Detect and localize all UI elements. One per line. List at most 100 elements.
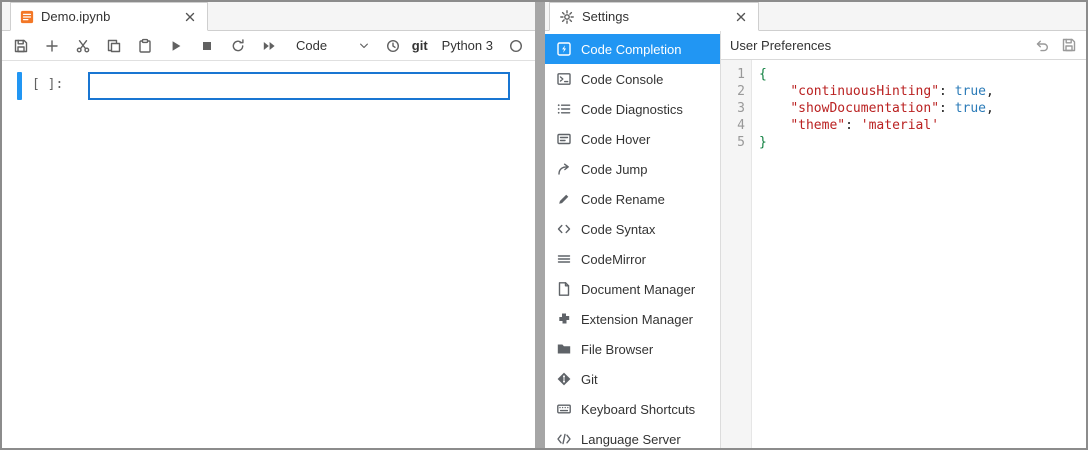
execution-time-icon[interactable] <box>384 37 402 55</box>
code-token: "theme" <box>790 118 846 133</box>
plugin-label: Code Diagnostics <box>581 101 683 117</box>
settings-editor-header: User Preferences <box>721 31 1086 60</box>
close-icon[interactable] <box>182 9 198 25</box>
cell-type-dropdown[interactable]: Code <box>294 35 372 57</box>
settings-json-editor[interactable]: 1 2 3 4 5 { "continuousHinting": true, "show… <box>721 60 1086 448</box>
toolbar-button-restart-kernel[interactable] <box>229 37 247 55</box>
plugin-label: Language Server <box>581 431 681 447</box>
settings-tab-bar: Settings <box>545 2 1086 31</box>
settings-plugin-extension-manager[interactable]: Extension Manager <box>545 304 720 334</box>
notebook-content: [ ]: <box>2 61 535 448</box>
line-number: 5 <box>737 135 745 150</box>
toolbar-button-insert-cell-below[interactable] <box>43 37 61 55</box>
settings-plugin-language-server[interactable]: Language Server <box>545 424 720 448</box>
toolbar-button-run-cell[interactable] <box>167 37 185 55</box>
plugin-label: Code Completion <box>581 41 682 57</box>
notebook-toolbar: Code git Python 3 <box>2 31 535 61</box>
line-number: 1 <box>737 67 745 82</box>
code-token: true <box>954 101 986 116</box>
code-token: { <box>759 67 767 82</box>
line-number-gutter: 1 2 3 4 5 <box>721 60 752 448</box>
code-token: : <box>939 84 955 99</box>
code-token: "continuousHinting" <box>790 84 940 99</box>
code-line: "continuousHinting": true, <box>759 83 1086 100</box>
extension-icon <box>556 311 572 327</box>
tab-demo-ipynb[interactable]: Demo.ipynb <box>10 2 208 31</box>
settings-plugin-list: Code Completion Code Console Code Diagno… <box>545 31 721 448</box>
jump-icon <box>556 161 572 177</box>
codemirror-icon <box>556 251 572 267</box>
code-area[interactable]: { "continuousHinting": true, "showDocume… <box>752 60 1086 448</box>
jupyterlab-app: Demo.ipynb Code git Python 3 []: Settin… <box>0 0 1088 450</box>
code-token: true <box>954 84 986 99</box>
git-toolbar-label[interactable]: git <box>412 38 428 53</box>
plugin-label: CodeMirror <box>581 251 647 267</box>
plugin-label: Code Rename <box>581 191 665 207</box>
save-settings-icon[interactable] <box>1061 37 1077 53</box>
code-token: : <box>939 101 955 116</box>
git-icon <box>556 371 572 387</box>
toolbar-buttons <box>12 37 278 55</box>
undo-icon[interactable] <box>1034 37 1050 53</box>
completion-icon <box>556 41 572 57</box>
settings-plugin-git[interactable]: Git <box>545 364 720 394</box>
plugin-label: Git <box>581 371 598 387</box>
cell-type-value: Code <box>296 38 328 53</box>
settings-plugin-code-hover[interactable]: Code Hover <box>545 124 720 154</box>
editor-header-actions <box>1034 37 1077 53</box>
toolbar-button-save[interactable] <box>12 37 30 55</box>
settings-plugin-file-browser[interactable]: File Browser <box>545 334 720 364</box>
cell-collapser[interactable] <box>17 72 22 100</box>
settings-plugin-codemirror[interactable]: CodeMirror <box>545 244 720 274</box>
close-icon[interactable] <box>733 9 749 25</box>
diagnostics-icon <box>556 101 572 117</box>
document-icon <box>556 281 572 297</box>
settings-plugin-code-completion[interactable]: Code Completion <box>545 34 720 64</box>
settings-plugin-document-manager[interactable]: Document Manager <box>545 274 720 304</box>
settings-plugin-keyboard-shortcuts[interactable]: Keyboard Shortcuts <box>545 394 720 424</box>
syntax-icon <box>556 221 572 237</box>
toolbar-button-restart-run-all[interactable] <box>260 37 278 55</box>
settings-plugin-code-diagnostics[interactable]: Code Diagnostics <box>545 94 720 124</box>
settings-plugin-code-console[interactable]: Code Console <box>545 64 720 94</box>
line-number: 3 <box>737 101 745 116</box>
rename-icon <box>556 191 572 207</box>
toolbar-button-paste-cells[interactable] <box>136 37 154 55</box>
keyboard-icon <box>556 401 572 417</box>
plugin-label: File Browser <box>581 341 654 357</box>
code-cell[interactable]: [ ]: <box>2 72 535 100</box>
notebook-icon <box>20 10 34 24</box>
gear-icon <box>559 9 575 25</box>
settings-body: Code Completion Code Console Code Diagno… <box>545 31 1086 448</box>
code-token: , <box>986 101 994 116</box>
editor-title: User Preferences <box>730 37 832 53</box>
plugin-label: Code Console <box>581 71 664 87</box>
panel-divider[interactable] <box>535 2 545 448</box>
plugin-label: Code Jump <box>581 161 648 177</box>
plugin-label: Document Manager <box>581 281 696 297</box>
toolbar-button-cut-cells[interactable] <box>74 37 92 55</box>
kernel-status-icon[interactable] <box>507 37 525 55</box>
code-line: } <box>759 134 1086 151</box>
plugin-label: Keyboard Shortcuts <box>581 401 696 417</box>
cell-input[interactable] <box>88 72 510 100</box>
settings-panel: Settings Code Completion Code Console Co… <box>545 2 1086 448</box>
tab-settings[interactable]: Settings <box>549 2 759 31</box>
settings-editor-pane: User Preferences 1 2 3 4 5 { "continuousHint… <box>721 31 1086 448</box>
console-icon <box>556 71 572 87</box>
line-number: 2 <box>737 84 745 99</box>
toolbar-button-interrupt-kernel[interactable] <box>198 37 216 55</box>
cell-prompt: [ ]: <box>32 77 64 92</box>
settings-plugin-code-syntax[interactable]: Code Syntax <box>545 214 720 244</box>
plugin-label: Extension Manager <box>581 311 694 327</box>
code-token: 'material' <box>860 118 940 133</box>
settings-plugin-code-jump[interactable]: Code Jump <box>545 154 720 184</box>
toolbar-button-copy-cells[interactable] <box>105 37 123 55</box>
settings-plugin-code-rename[interactable]: Code Rename <box>545 184 720 214</box>
notebook-tab-bar: Demo.ipynb <box>2 2 535 31</box>
kernel-name[interactable]: Python 3 <box>442 38 493 53</box>
tab-title: Settings <box>582 9 629 24</box>
plugin-label: Code Syntax <box>581 221 656 237</box>
